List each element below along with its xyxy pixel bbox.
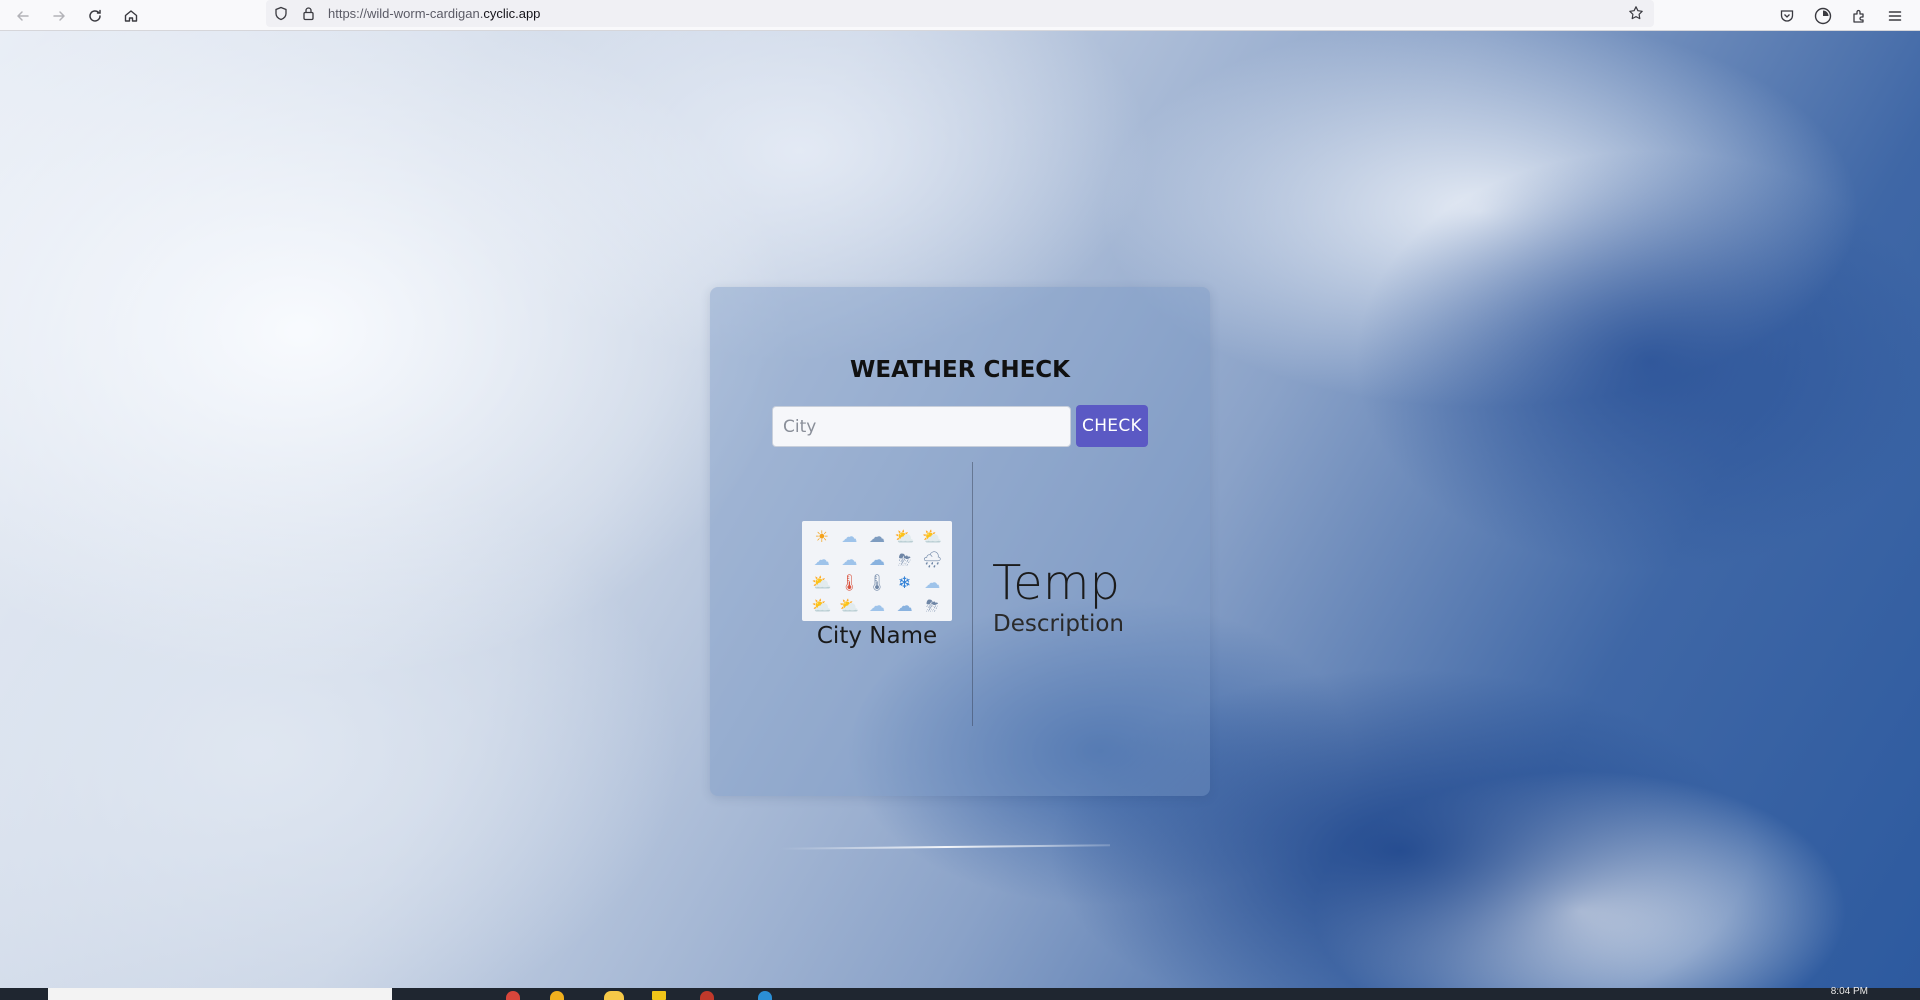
cloud-icon: ☁ (868, 595, 885, 615)
app-title: WEATHER CHECK (849, 357, 1070, 383)
thermometer-hot-icon: 🌡 (839, 572, 860, 592)
sky-background: WEATHER CHECK CHECK ☀ ☁ ☁ ⛅ ⛅ ☁ ☁ ☁ ⛈ 🌧 … (0, 31, 1920, 988)
url-host: cyclic.app (483, 6, 541, 21)
chrome-app-icon[interactable] (506, 991, 520, 1000)
sun-cloud-icon: ⛅ (811, 572, 832, 592)
cloud-icon: ☁ (841, 549, 858, 569)
active-app-icon[interactable] (604, 991, 624, 1000)
cloud-icon: ☁ (813, 549, 830, 569)
forward-arrow-icon[interactable] (46, 3, 72, 29)
home-icon[interactable] (118, 3, 144, 29)
storm-cloud-icon: ⛈ (898, 549, 911, 569)
temperature-label: Temp (992, 555, 1120, 611)
divider (972, 462, 973, 726)
browser-toolbar: https://wild-worm-cardigan.cyclic.app (0, 0, 1920, 31)
url-text[interactable]: https://wild-worm-cardigan.cyclic.app (328, 6, 540, 21)
description-label: Description (993, 611, 1124, 637)
cloud-icon: ☁ (868, 526, 885, 546)
back-arrow-icon[interactable] (10, 3, 36, 29)
storm-cloud-icon: ⛈ (925, 595, 939, 615)
sun-cloud-icon: ⛅ (922, 526, 943, 546)
extensions-icon[interactable] (1846, 3, 1872, 29)
taskbar: 8:04 PM (0, 986, 1920, 1000)
url-prefix: https://wild-worm-cardigan. (328, 6, 484, 21)
contrail (779, 844, 1111, 850)
reload-icon[interactable] (82, 3, 108, 29)
city-input[interactable] (772, 406, 1071, 447)
weather-card: WEATHER CHECK CHECK ☀ ☁ ☁ ⛅ ⛅ ☁ ☁ ☁ ⛈ 🌧 … (710, 287, 1210, 796)
sun-cloud-icon: ⛅ (839, 595, 860, 615)
check-button[interactable]: CHECK (1076, 405, 1148, 447)
cloud-icon: ☁ (896, 595, 913, 615)
taskbar-clock[interactable]: 8:04 PM (1831, 986, 1868, 997)
pocket-icon[interactable] (1774, 3, 1800, 29)
cloud-icon: ☁ (924, 572, 941, 592)
cloud-icon: ☁ (841, 526, 858, 546)
app-icon[interactable] (700, 991, 714, 1000)
address-bar[interactable]: https://wild-worm-cardigan.cyclic.app (266, 0, 1654, 27)
sun-icon: ☀ (814, 526, 829, 546)
sun-cloud-icon: ⛅ (894, 526, 915, 546)
lock-icon[interactable] (299, 4, 317, 22)
sun-cloud-icon: ⛅ (811, 595, 832, 615)
menu-icon[interactable] (1882, 3, 1908, 29)
rain-cloud-icon: 🌧 (922, 549, 943, 569)
app-icon[interactable] (758, 991, 772, 1000)
thermometer-cold-icon: 🌡 (866, 572, 888, 592)
city-name-label: City Name (816, 623, 938, 649)
account-icon[interactable] (1810, 3, 1836, 29)
shield-icon[interactable] (272, 4, 290, 22)
app-icon[interactable] (550, 991, 564, 1000)
cloud-icon: ☁ (868, 549, 885, 569)
folder-app-icon[interactable] (652, 991, 666, 1000)
weather-icon-image: ☀ ☁ ☁ ⛅ ⛅ ☁ ☁ ☁ ⛈ 🌧 ⛅ 🌡 🌡 ❄ ☁ ⛅ ⛅ ☁ ☁ ⛈ (802, 521, 952, 621)
star-icon[interactable] (1627, 4, 1645, 22)
taskbar-search-box[interactable] (48, 988, 392, 1000)
snowflake-icon: ❄ (897, 572, 912, 592)
